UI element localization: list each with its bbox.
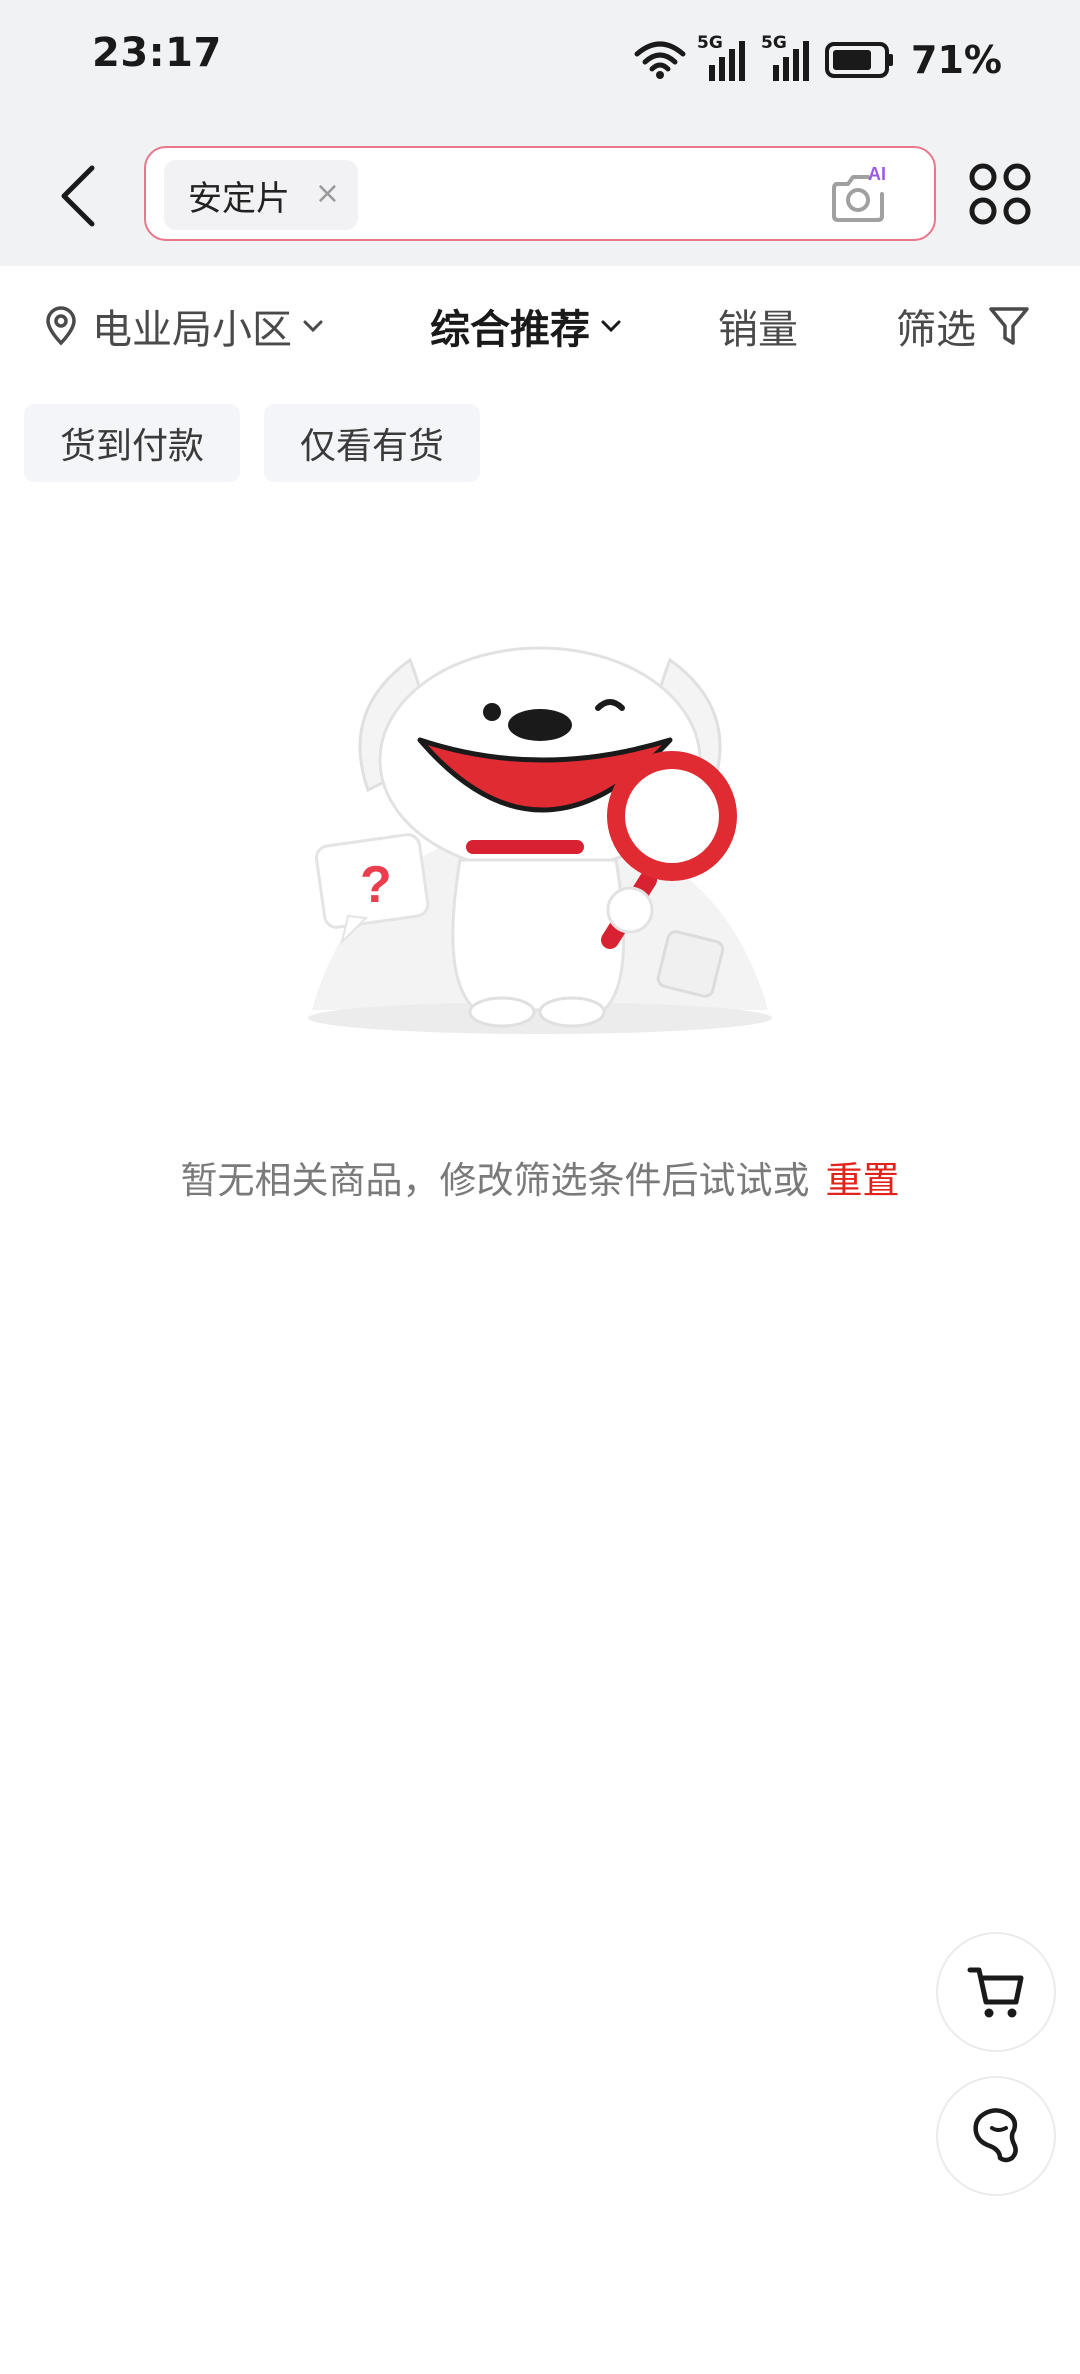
in-stock-only-chip[interactable]: 仅看有货 bbox=[264, 404, 480, 482]
signal-2-icon: 5G bbox=[761, 33, 815, 83]
back-arrow-icon bbox=[61, 165, 95, 227]
reset-link[interactable]: 重置 bbox=[826, 1159, 900, 1202]
search-keyword-chip[interactable]: 安定片 × bbox=[164, 160, 358, 230]
filter-button[interactable]: 筛选 bbox=[896, 296, 1030, 356]
empty-state-mascot-illustration: ? bbox=[308, 646, 772, 1034]
cart-button[interactable] bbox=[936, 1932, 1056, 2052]
top-header: 23:17 5G 5G 71% 安定片 × AI bbox=[0, 0, 1080, 266]
chevron-down-icon bbox=[601, 320, 621, 333]
sort-sales-label: 销量 bbox=[718, 307, 798, 353]
sort-recommend-label: 综合推荐 bbox=[430, 307, 590, 353]
cart-icon bbox=[967, 1967, 1024, 2018]
search-box[interactable]: 安定片 × AI bbox=[144, 146, 936, 241]
question-mark: ? bbox=[360, 856, 392, 914]
camera-ai-icon: AI bbox=[832, 164, 886, 222]
network-type-2: 5G bbox=[761, 33, 787, 53]
network-type-1: 5G bbox=[697, 33, 723, 53]
battery-icon bbox=[825, 42, 894, 78]
search-keyword: 安定片 bbox=[188, 178, 290, 219]
footprint-icon bbox=[973, 2108, 1018, 2163]
signal-1-icon: 5G bbox=[697, 33, 751, 83]
empty-state-message-row: 暂无相关商品，修改筛选条件后试试或 重置 bbox=[0, 1150, 1080, 1204]
back-button[interactable] bbox=[50, 160, 106, 232]
camera-ai-badge: AI bbox=[868, 164, 886, 184]
empty-state-message: 暂无相关商品，修改筛选条件后试试或 bbox=[180, 1159, 810, 1202]
location-pin-icon bbox=[46, 306, 76, 346]
funnel-icon bbox=[989, 307, 1029, 345]
battery-percent: 71% bbox=[911, 38, 1002, 82]
apps-grid-icon bbox=[969, 163, 1031, 225]
clear-keyword-icon[interactable]: × bbox=[315, 176, 340, 211]
status-time: 23:17 bbox=[92, 30, 222, 76]
camera-search-button[interactable]: AI bbox=[828, 164, 894, 226]
status-icons: 5G 5G 71% bbox=[633, 30, 1002, 90]
sort-sales[interactable]: 销量 bbox=[718, 296, 798, 356]
chevron-down-icon bbox=[303, 320, 323, 333]
footprint-button[interactable] bbox=[936, 2076, 1056, 2196]
location-selector[interactable]: 电业局小区 bbox=[44, 296, 338, 356]
sort-recommend[interactable]: 综合推荐 bbox=[430, 296, 622, 356]
location-label: 电业局小区 bbox=[92, 307, 292, 353]
wifi-icon bbox=[634, 41, 686, 79]
more-apps-button[interactable] bbox=[968, 162, 1032, 226]
filter-label: 筛选 bbox=[896, 307, 976, 353]
cash-on-delivery-chip[interactable]: 货到付款 bbox=[24, 404, 240, 482]
sort-bar: 电业局小区 综合推荐 销量 筛选 bbox=[0, 266, 1080, 386]
